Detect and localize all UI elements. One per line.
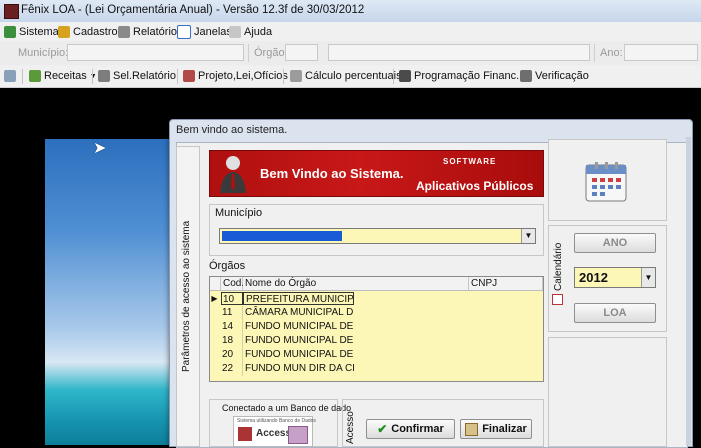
books-icon <box>183 70 195 82</box>
orgaos-label: Órgãos <box>209 260 246 272</box>
tools-icon <box>4 70 16 82</box>
welcome-banner: Bem Vindo ao Sistema. SOFTWARE Aplicativ… <box>209 150 544 197</box>
receitas-icon <box>29 70 41 82</box>
table-row[interactable]: 22 FUNDO MUN DIR DA CRIANÇ <box>210 362 543 376</box>
loa-button[interactable]: LOA <box>574 303 656 323</box>
orgao-name-field[interactable] <box>328 44 590 61</box>
ano-field[interactable] <box>624 44 698 61</box>
table-row[interactable]: 18 FUNDO MUNICIPAL DE EDUC <box>210 334 543 348</box>
calculator-icon <box>290 70 302 82</box>
calendar-label: Calendário <box>553 242 564 291</box>
tools-button[interactable] <box>4 68 16 84</box>
year-value: 2012 <box>579 270 608 285</box>
company-logo: SOFTWARE <box>443 157 497 166</box>
programacao-financ-button[interactable]: Programação Financ. <box>399 68 519 84</box>
sel-relatorio-button[interactable]: Sel.Relatório <box>98 68 176 84</box>
ano-button[interactable]: ANO <box>574 233 656 253</box>
calculo-percentuais-button[interactable]: Cálculo percentuais <box>290 68 402 84</box>
empty-group <box>548 337 667 447</box>
municipio-selected-text <box>222 231 342 241</box>
printer-icon <box>118 25 130 38</box>
database-icon <box>58 25 70 38</box>
access-logo-text: Access <box>256 428 292 439</box>
printer-icon <box>98 70 110 82</box>
menu-relatorio[interactable]: Relatório <box>118 24 177 39</box>
table-row[interactable]: 11 CÂMARA MUNICIPAL DE SAN <box>210 306 543 320</box>
chevron-down-icon[interactable]: ▼ <box>641 268 655 287</box>
toolbar: Receitas ▼ Sel.Relatório Projeto,Lei,Ofí… <box>0 65 701 88</box>
calendar-small-icon <box>552 294 563 305</box>
mouse-cursor-icon: ➤ <box>93 140 107 157</box>
menu-bar: Sistema Cadastro Relatório Janelas Ajuda <box>0 22 701 42</box>
banner-welcome-text: Bem Vindo ao Sistema. <box>260 166 404 181</box>
acesso-label: Acesso <box>345 411 356 444</box>
finalize-button[interactable]: Finalizar <box>460 419 532 439</box>
gear-icon <box>4 25 16 38</box>
separator <box>248 44 249 62</box>
calendar-icon <box>585 162 627 202</box>
orgao-code-field[interactable] <box>285 44 318 61</box>
title-bar: Fênix LOA - (Lei Orçamentária Anual) - V… <box>0 0 701 23</box>
orgaos-grid[interactable]: Cod. Nome do Órgão CNPJ ▶ 10 PREFEITURA … <box>209 276 544 382</box>
dialog-edge <box>686 137 691 445</box>
ano-label: Ano: <box>600 47 623 59</box>
orgao-label: Órgão: <box>254 47 288 59</box>
table-row[interactable]: 14 FUNDO MUNICIPAL DE ASSIS <box>210 320 543 334</box>
verificacao-button[interactable]: Verificação <box>520 68 589 84</box>
menu-cadastro[interactable]: Cadastro <box>58 24 118 39</box>
app-icon <box>4 4 19 19</box>
receitas-button[interactable]: Receitas ▼ <box>29 68 97 84</box>
dialog-title: Bem vindo ao sistema. <box>176 124 288 136</box>
row-indicator-icon: ▶ <box>211 294 218 303</box>
access-logo: Sistema utilizando Banco de Dados Access <box>233 416 316 447</box>
table-row[interactable]: ▶ 10 PREFEITURA MUNICIPAL DE <box>210 292 543 306</box>
table-row[interactable]: 20 FUNDO MUNICIPAL DE SAÚD <box>210 348 543 362</box>
window-title: Fênix LOA - (Lei Orçamentária Anual) - V… <box>21 4 365 16</box>
municipio-select[interactable]: ▼ <box>219 228 536 244</box>
year-select[interactable]: 2012 ▼ <box>574 267 656 288</box>
access-forms-icon <box>288 426 308 444</box>
chevron-down-icon: ▼ <box>89 72 97 80</box>
menu-janelas[interactable]: Janelas <box>177 24 232 39</box>
windows-icon <box>177 24 191 39</box>
user-avatar-icon <box>220 156 246 193</box>
separator <box>177 69 178 84</box>
grid-header-cod[interactable]: Cod. <box>221 277 244 291</box>
grid-indicator-header <box>210 277 221 291</box>
check-icon <box>520 70 532 82</box>
grid-header-nome[interactable]: Nome do Órgão <box>243 277 469 291</box>
help-icon <box>229 25 241 38</box>
municipio-field[interactable] <box>67 44 244 61</box>
separator <box>594 44 595 62</box>
access-key-icon <box>238 427 252 441</box>
cash-icon <box>399 70 411 82</box>
calendar-image-box <box>548 139 667 221</box>
separator <box>22 69 23 84</box>
separator <box>283 69 284 84</box>
confirm-button[interactable]: ✔ Confirmar <box>366 419 455 439</box>
chevron-down-icon[interactable]: ▼ <box>521 229 535 243</box>
menu-sistema[interactable]: Sistema <box>4 24 59 39</box>
exit-door-icon <box>465 422 479 436</box>
checkmark-icon: ✔ <box>377 422 388 436</box>
separator <box>393 69 394 84</box>
parameters-group: Parâmetros de acesso ao sistema <box>176 146 200 447</box>
parameters-label: Parâmetros de acesso ao sistema <box>181 220 192 372</box>
menu-ajuda[interactable]: Ajuda <box>229 24 272 39</box>
separator <box>92 69 93 84</box>
municipio-label: Município: <box>18 47 69 59</box>
filter-bar: Município: Órgão: Ano: <box>0 41 701 66</box>
projeto-lei-oficios-button[interactable]: Projeto,Lei,Ofícios <box>183 68 288 84</box>
banner-apps-text: Aplicativos Públicos <box>416 179 534 193</box>
municipio-group-label: Município <box>215 207 263 219</box>
access-logo-caption: Sistema utilizando Banco de Dados <box>237 418 316 424</box>
grid-header-cnpj[interactable]: CNPJ <box>469 277 543 291</box>
database-label: Conectado a um Banco de dado <box>222 403 352 413</box>
